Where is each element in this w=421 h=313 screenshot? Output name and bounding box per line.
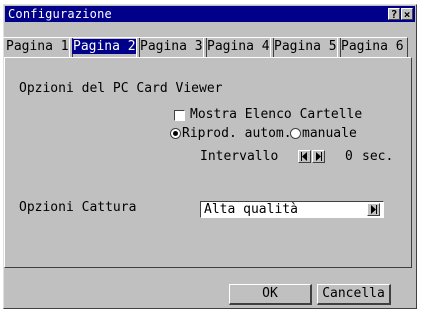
arrow-right-icon — [371, 205, 377, 214]
tab-label: Pagina 3 — [140, 39, 203, 54]
tab-label: Pagina 2 — [72, 39, 137, 54]
interval-unit: sec. — [362, 149, 394, 164]
show-folder-list-checkbox[interactable] — [174, 110, 185, 121]
ok-button[interactable]: OK — [229, 284, 312, 305]
arrow-left-icon — [301, 152, 307, 161]
capture-options-label: Opzioni Cattura — [19, 200, 137, 215]
auto-play-radio[interactable] — [170, 128, 181, 139]
interval-increase-button[interactable] — [312, 150, 325, 163]
interval-label: Intervallo — [200, 149, 279, 164]
manual-play-radio[interactable] — [290, 128, 301, 139]
capture-quality-value: Alta qualità — [204, 202, 298, 217]
show-folder-list-label[interactable]: Mostra Elenco Cartelle — [190, 107, 362, 122]
auto-play-label[interactable]: Riprod. autom. — [182, 126, 292, 141]
help-button[interactable]: ? — [388, 8, 400, 21]
tab-pagina-6[interactable]: Pagina 6 — [337, 37, 408, 57]
window-title: Configurazione — [8, 7, 112, 21]
manual-play-label[interactable]: manuale — [302, 126, 357, 141]
arrow-right-icon — [316, 152, 322, 161]
dropdown-arrow-button[interactable] — [367, 203, 380, 216]
title-bar[interactable]: Configurazione ? × — [5, 6, 415, 22]
interval-value: 0 — [345, 149, 353, 164]
cancel-button[interactable]: Cancella — [317, 284, 391, 305]
tab-pagina-2[interactable]: Pagina 2 — [69, 37, 140, 57]
tab-pagina-5[interactable]: Pagina 5 — [270, 37, 341, 57]
tab-label: Pagina 5 — [274, 39, 337, 54]
tab-label: Pagina 4 — [207, 39, 270, 54]
tab-pagina-3[interactable]: Pagina 3 — [136, 37, 207, 57]
pc-card-viewer-heading: Opzioni del PC Card Viewer — [19, 81, 223, 96]
radio-selected-dot — [173, 131, 178, 136]
interval-decrease-button[interactable] — [298, 150, 311, 163]
tab-label: Pagina 1 — [6, 39, 69, 54]
close-button[interactable]: × — [401, 8, 413, 21]
tab-label: Pagina 6 — [341, 39, 404, 54]
tab-pagina-4[interactable]: Pagina 4 — [203, 37, 274, 57]
capture-quality-select[interactable]: Alta qualità — [200, 201, 384, 218]
tab-pagina-1[interactable]: Pagina 1 — [2, 37, 73, 57]
